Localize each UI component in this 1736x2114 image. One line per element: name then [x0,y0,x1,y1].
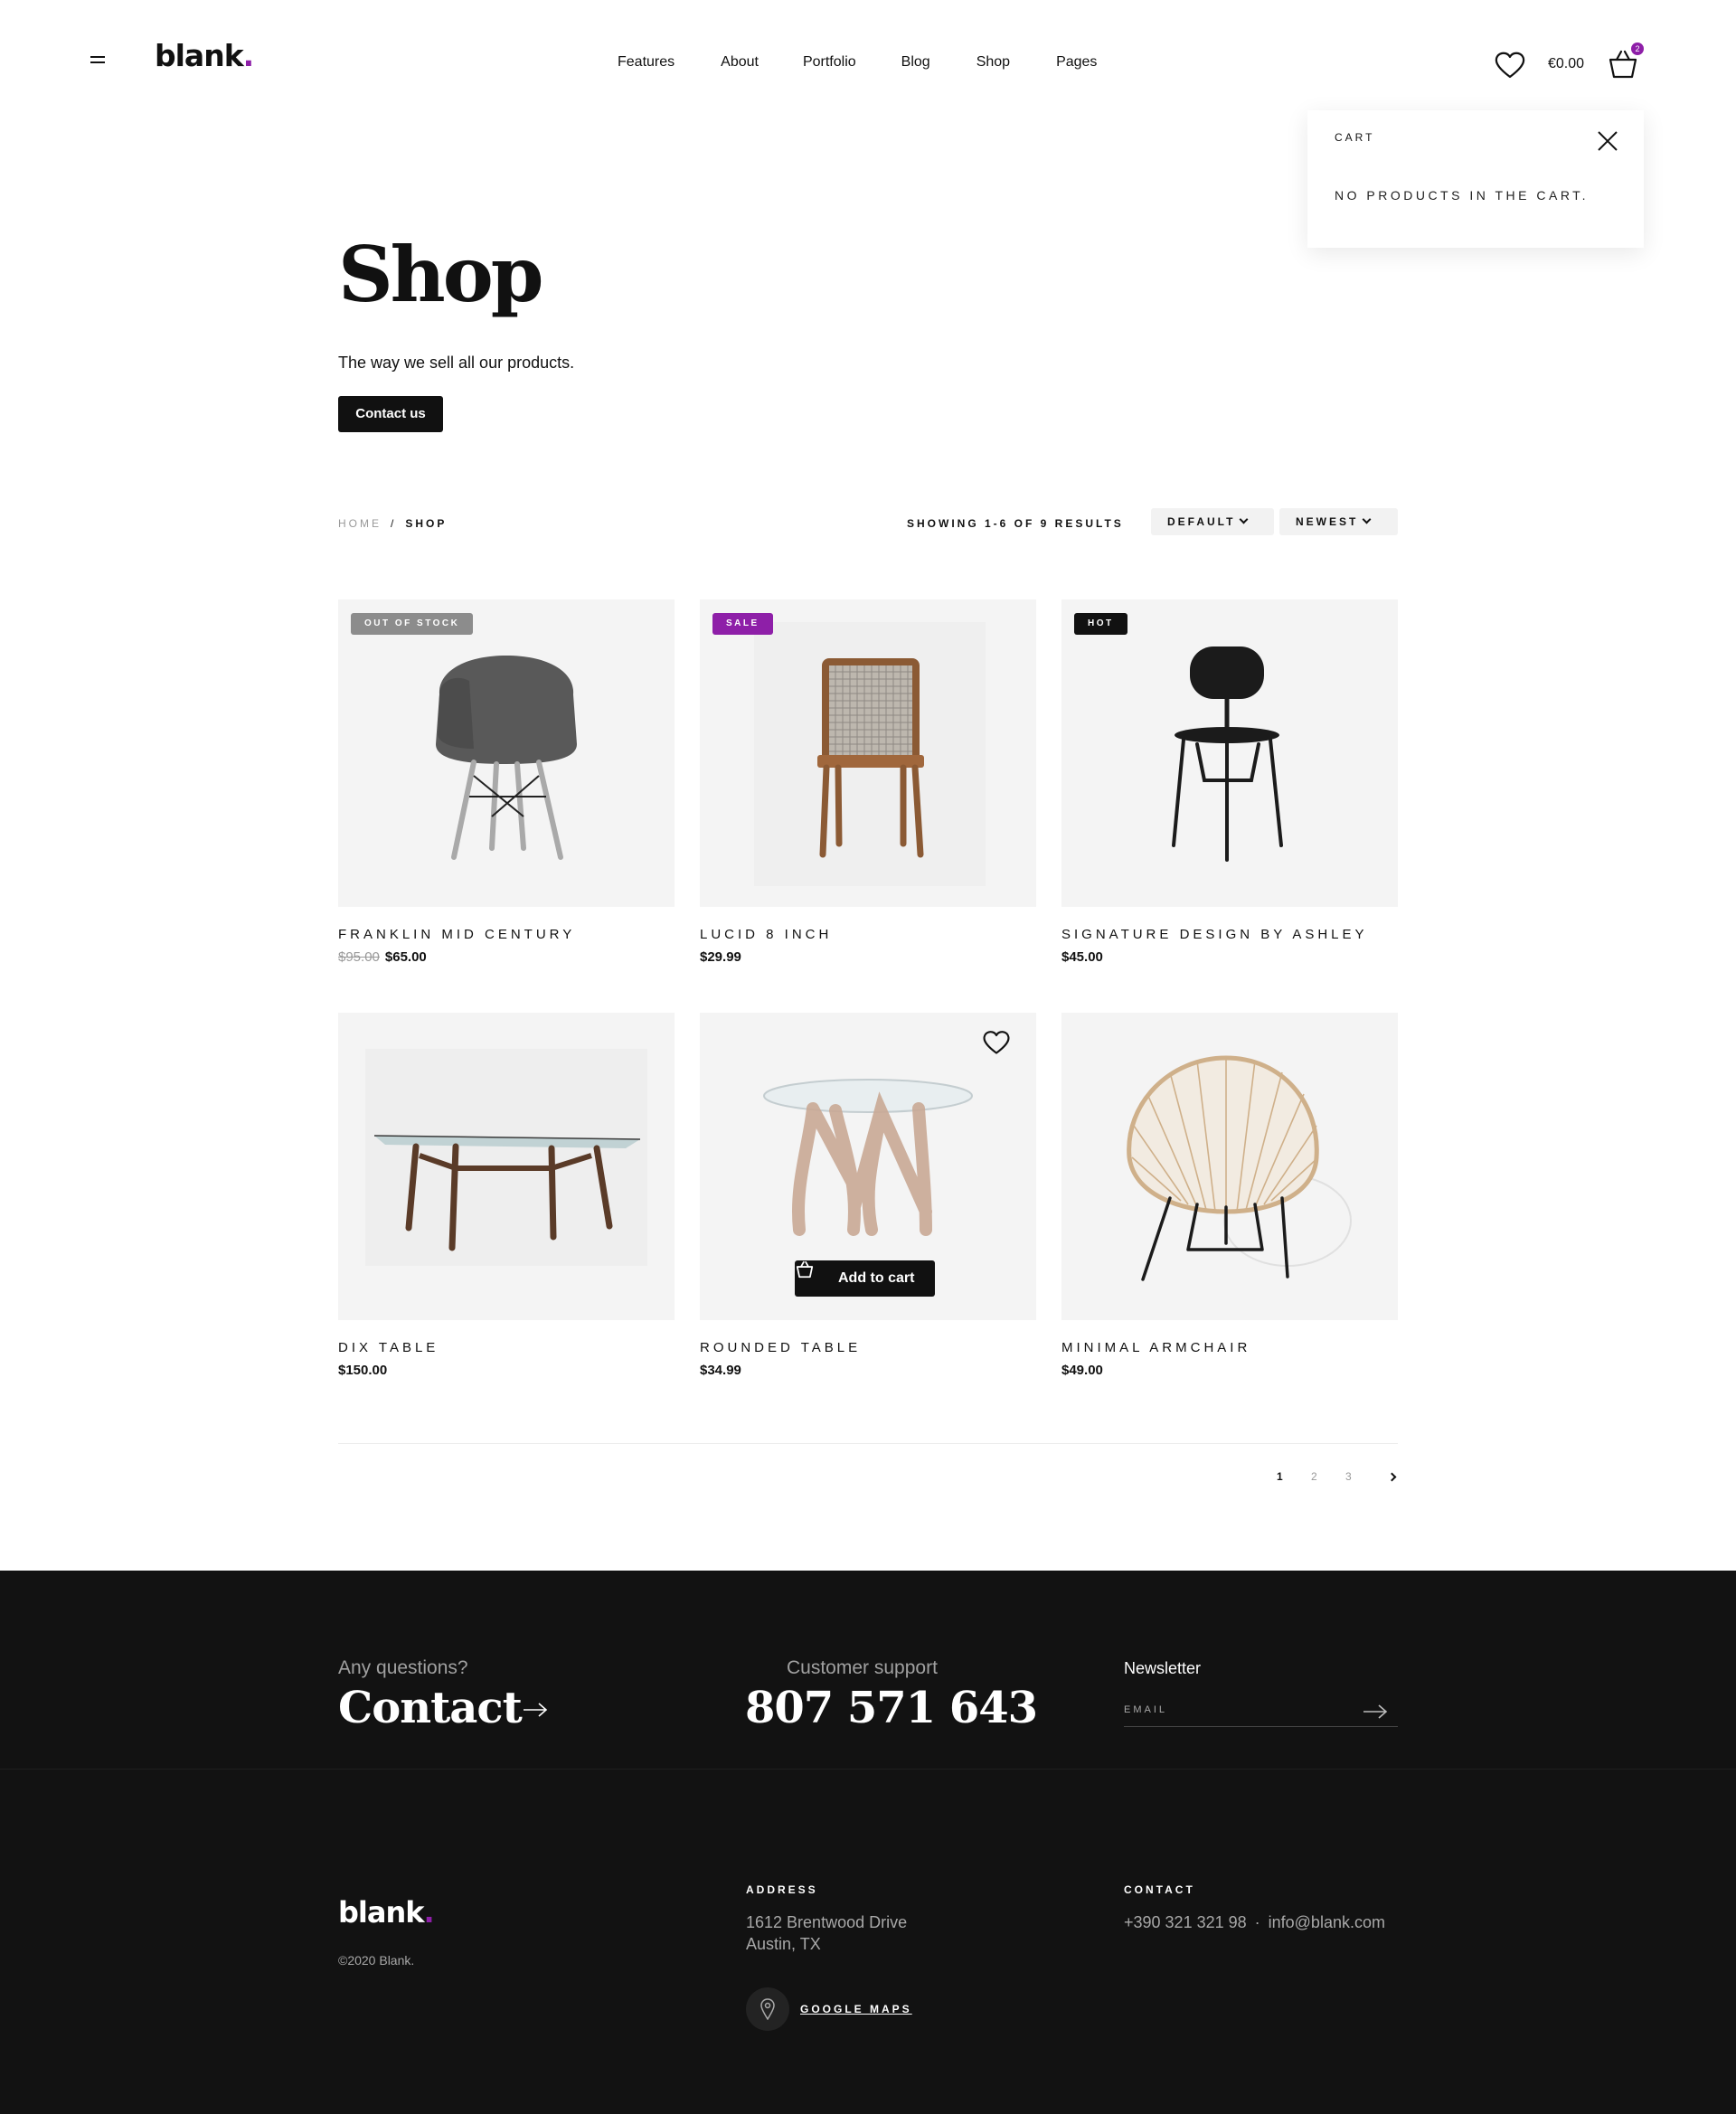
product-image[interactable] [1061,1013,1398,1320]
chair-icon [1127,1055,1352,1281]
page-link-3[interactable]: 3 [1345,1470,1352,1483]
cart-empty-message: NO PRODUCTS IN THE CART. [1335,188,1590,203]
footer-logo[interactable]: blank. [338,1895,435,1930]
status-badge: HOT [1074,613,1127,635]
product-price: $150.00 [338,1363,387,1378]
breadcrumb-separator: / [391,517,397,530]
product-image[interactable] [338,1013,675,1320]
cart-count-badge: 2 [1631,42,1644,55]
divider [338,1443,1398,1444]
page-subtitle: The way we sell all our products. [338,354,575,372]
arrow-right-icon[interactable] [523,1702,548,1722]
sort-default-label: DEFAULT [1167,515,1236,528]
footer-divider [0,1769,1736,1770]
footer-support-label: Customer support [787,1657,938,1678]
wishlist-icon[interactable] [1494,51,1526,80]
breadcrumb: HOME / SHOP [338,517,447,530]
sort-select-default[interactable]: DEFAULT [1151,508,1274,535]
nav-item-features[interactable]: Features [618,54,675,71]
product-current-price: $45.00 [1061,949,1103,965]
sort-select-order[interactable]: NEWEST [1279,508,1398,535]
map-pin-icon[interactable] [746,1987,789,2031]
product-name[interactable]: MINIMAL ARMCHAIR [1061,1340,1250,1355]
newsletter-title: Newsletter [1124,1659,1202,1677]
product-name[interactable]: SIGNATURE DESIGN BY ASHLEY [1061,927,1368,942]
contact-email[interactable]: info@blank.com [1269,1913,1385,1931]
site-logo[interactable]: blank. [155,38,254,73]
nav-item-portfolio[interactable]: Portfolio [803,54,856,71]
product-current-price: $150.00 [338,1363,388,1378]
product-price: $34.99 [700,1363,741,1378]
breadcrumb-current: SHOP [405,517,448,530]
google-maps-link[interactable]: GOOGLE MAPS [800,2003,912,2015]
add-to-cart-button[interactable]: Add to cart [795,1260,935,1297]
nav-item-blog[interactable]: Blog [901,54,930,71]
nav-item-shop[interactable]: Shop [976,54,1010,71]
cart-total[interactable]: €0.00 [1548,56,1584,72]
product-price: $49.00 [1061,1363,1103,1378]
product-name[interactable]: FRANKLIN MID CENTURY [338,927,575,942]
product-old-price: $95.00 [338,949,380,965]
cart-title: CART [1335,131,1375,144]
page-title: Shop [338,230,543,319]
page-link-2[interactable]: 2 [1311,1470,1317,1483]
chevron-down-icon [1362,514,1372,524]
product-price: $95.00 $65.00 [338,949,427,965]
site-footer: Any questions? Contact Customer support … [0,1571,1736,2114]
newsletter-form [1124,1700,1398,1727]
product-current-price: $29.99 [700,949,741,965]
add-to-cart-label: Add to cart [838,1270,915,1286]
breadcrumb-home[interactable]: HOME [338,517,382,530]
product-image[interactable]: OUT OF STOCK [338,599,675,907]
product-name[interactable]: DIX TABLE [338,1340,439,1355]
status-badge: SALE [712,613,773,635]
page-link-1[interactable]: 1 [1277,1470,1283,1483]
footer-phone[interactable]: 807 571 643 [745,1683,1038,1733]
product-current-price: $34.99 [700,1363,741,1378]
product-current-price: $65.00 [384,949,427,965]
copyright: ©2020 Blank. [338,1953,415,1968]
product-price: $45.00 [1061,949,1103,965]
footer-contact-link[interactable]: Contact [338,1683,523,1733]
product-image[interactable]: Add to cart [700,1013,1036,1320]
contact-phone[interactable]: +390 321 321 98 [1124,1913,1247,1931]
chevron-right-icon[interactable] [1387,1472,1397,1482]
menu-icon[interactable] [90,56,105,65]
product-current-price: $49.00 [1061,1363,1103,1378]
email-field[interactable] [1124,1700,1350,1720]
contact-details: +390 321 321 98 · info@blank.com [1124,1913,1385,1932]
product-image[interactable]: SALE [700,599,1036,907]
results-count: SHOWING 1-6 OF 9 RESULTS [907,517,1124,530]
status-badge: OUT OF STOCK [351,613,474,635]
cart-dropdown: CART NO PRODUCTS IN THE CART. [1307,110,1644,248]
nav-item-about[interactable]: About [721,54,759,71]
close-icon[interactable] [1597,130,1618,152]
address-title: ADDRESS [746,1883,818,1896]
chair-icon [1172,646,1283,862]
contact-title: CONTACT [1124,1883,1195,1896]
table-icon [365,1049,647,1266]
footer-questions: Any questions? [338,1657,468,1678]
product-image[interactable]: HOT [1061,599,1398,907]
nav-item-pages[interactable]: Pages [1056,54,1097,71]
basket-icon [796,1260,814,1279]
chevron-down-icon [1240,514,1249,524]
sort-order-label: NEWEST [1296,515,1359,528]
contact-us-button[interactable]: Contact us [338,396,443,432]
main-nav: Features About Portfolio Blog Shop Pages [618,54,1097,71]
contact-separator: · [1254,1913,1260,1931]
address-line: Austin, TX [746,1935,821,1953]
address-line: 1612 Brentwood Drive [746,1913,908,1931]
chair-icon [436,656,577,860]
chair-icon [754,622,986,886]
arrow-right-icon[interactable] [1363,1703,1388,1724]
wishlist-icon[interactable] [982,1029,1011,1056]
product-price: $29.99 [700,949,741,965]
product-name[interactable]: ROUNDED TABLE [700,1340,861,1355]
product-name[interactable]: LUCID 8 INCH [700,927,832,942]
